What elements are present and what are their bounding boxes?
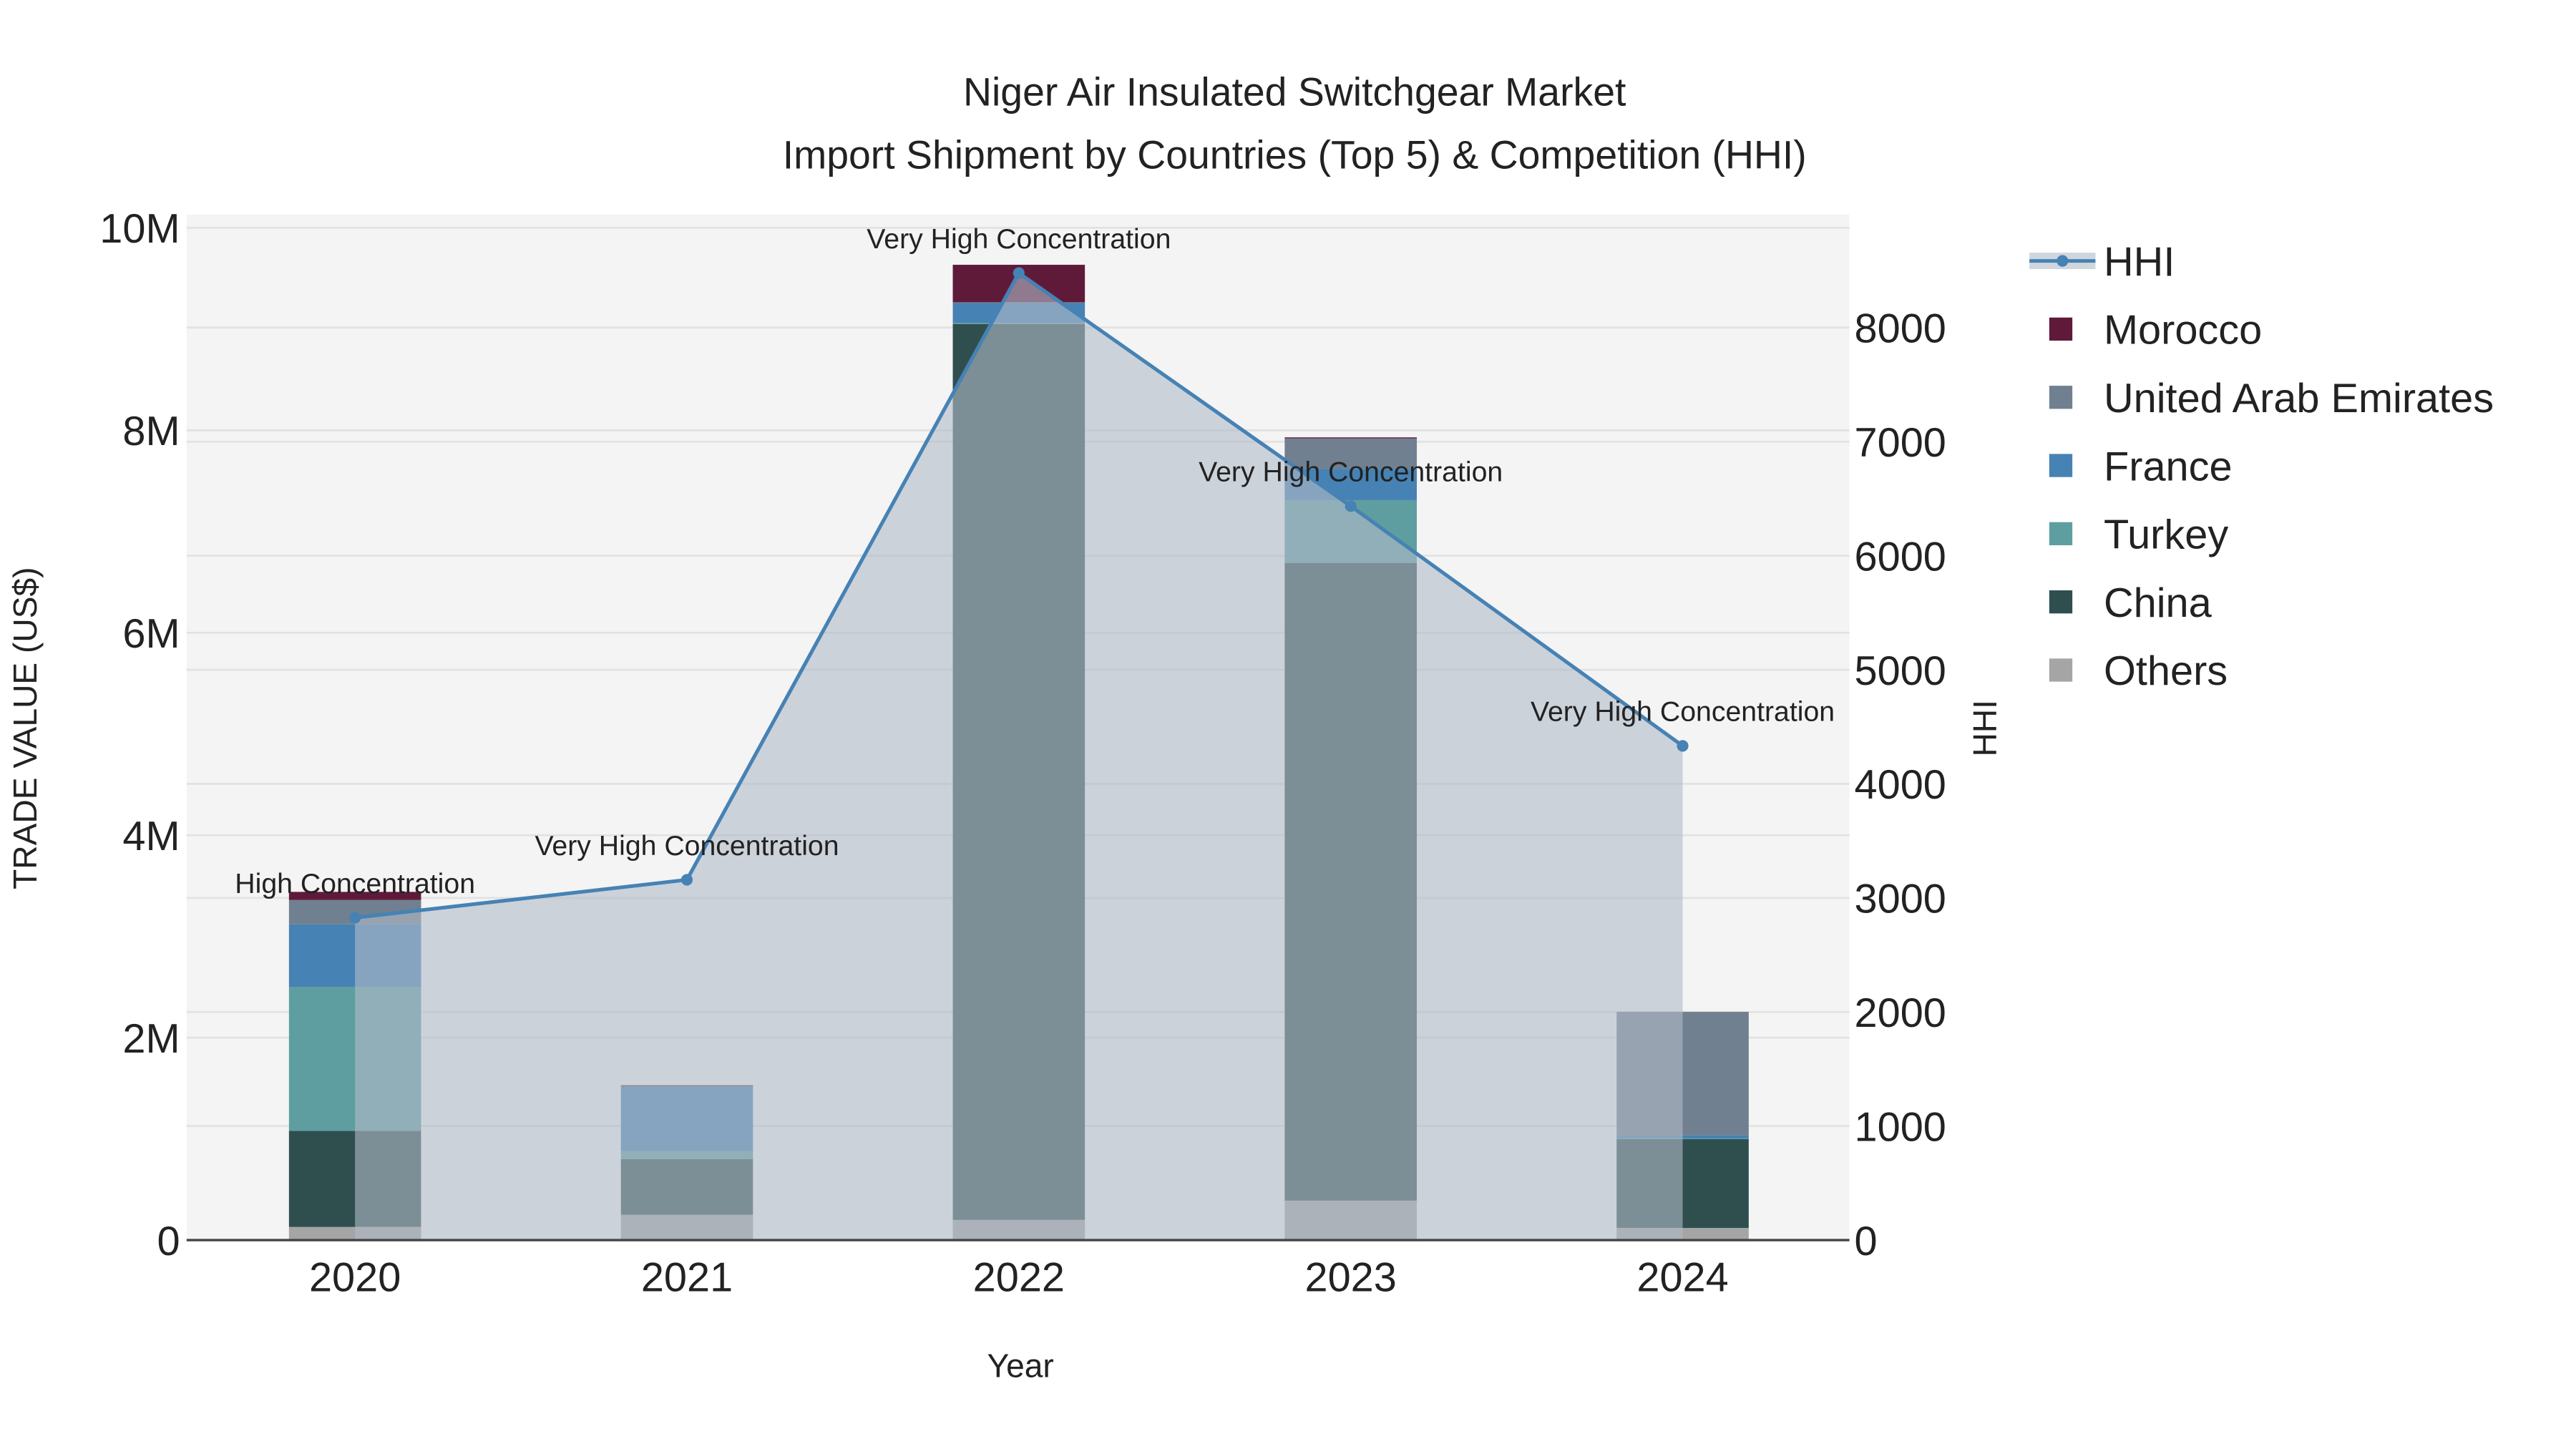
hhi-annotation-2022: Very High Concentration	[867, 223, 1171, 255]
y2-tick-label: 3000	[1855, 877, 1946, 922]
hhi-annotation-2024: Very High Concentration	[1531, 696, 1835, 728]
x-tick-label: 2023	[1305, 1255, 1397, 1301]
y2-tick-label: 0	[1855, 1219, 1878, 1264]
y2-tick-label: 8000	[1855, 306, 1946, 352]
legend-swatch-morocco	[2049, 317, 2073, 341]
x-tick-label: 2020	[309, 1255, 401, 1301]
bar-morocco-2023	[1284, 437, 1417, 439]
hhi-point-2020	[349, 912, 361, 924]
hhi-point-2023	[1345, 500, 1357, 512]
legend-swatch-china	[2049, 590, 2073, 614]
hhi-point-2024	[1677, 740, 1689, 752]
legend-label-morocco: Morocco	[2104, 308, 2262, 353]
legend-swatch-united-arab-emirates	[2049, 386, 2073, 409]
legend-swatch-turkey	[2049, 522, 2073, 545]
legend-label-united-arab-emirates: United Arab Emirates	[2104, 376, 2494, 421]
legend-hhi-marker-icon	[2057, 255, 2069, 267]
chart-subtitle: Import Shipment by Countries (Top 5) & C…	[783, 132, 1807, 177]
y-axis-label: TRADE VALUE (US$)	[6, 567, 44, 889]
x-axis-label: Year	[987, 1347, 1054, 1385]
hhi-point-2021	[680, 874, 693, 886]
y-axis-ticks: 0 2M 4M 6M 8M 10M	[99, 206, 180, 1264]
legend-label-turkey: Turkey	[2104, 512, 2228, 558]
legend-swatch-others	[2049, 658, 2073, 682]
y-tick-label: 2M	[122, 1016, 180, 1062]
y2-tick-label: 4000	[1855, 762, 1946, 808]
legend-label-hhi: HHI	[2104, 239, 2175, 285]
legend-label-china: China	[2104, 580, 2212, 626]
legend-swatch-france	[2049, 454, 2073, 477]
legend-label-others: Others	[2104, 648, 2228, 694]
hhi-point-2022	[1013, 267, 1025, 279]
y2-tick-label: 5000	[1855, 648, 1946, 694]
chart: High Concentration Very High Concentratio…	[6, 70, 2494, 1385]
y2-tick-label: 1000	[1855, 1104, 1946, 1150]
y2-axis-label: HHI	[1966, 700, 2004, 756]
y2-axis-ticks: 0 1000 2000 3000 4000 5000 6000 7000 8000	[1855, 306, 1946, 1264]
y-tick-label: 10M	[99, 206, 180, 252]
x-tick-label: 2021	[641, 1255, 733, 1301]
y-tick-label: 0	[157, 1219, 180, 1264]
y2-tick-label: 2000	[1855, 990, 1946, 1036]
y2-tick-label: 7000	[1855, 420, 1946, 466]
hhi-annotation-2021: Very High Concentration	[535, 830, 839, 862]
hhi-annotation-2023: Very High Concentration	[1199, 457, 1503, 488]
y2-tick-label: 6000	[1855, 534, 1946, 580]
hhi-annotation-2020: High Concentration	[235, 868, 475, 899]
x-axis-ticks: 2020 2021 2022 2023 2024	[309, 1255, 1729, 1301]
x-tick-label: 2024	[1636, 1255, 1728, 1301]
y-tick-label: 4M	[122, 814, 180, 859]
chart-title: Niger Air Insulated Switchgear Market	[963, 70, 1626, 114]
y-tick-label: 6M	[122, 611, 180, 657]
legend: HHI Morocco United Arab Emirates France Turk…	[2029, 239, 2494, 694]
y-tick-label: 8M	[122, 409, 180, 454]
legend-label-france: France	[2104, 444, 2233, 489]
x-tick-label: 2022	[973, 1255, 1065, 1301]
